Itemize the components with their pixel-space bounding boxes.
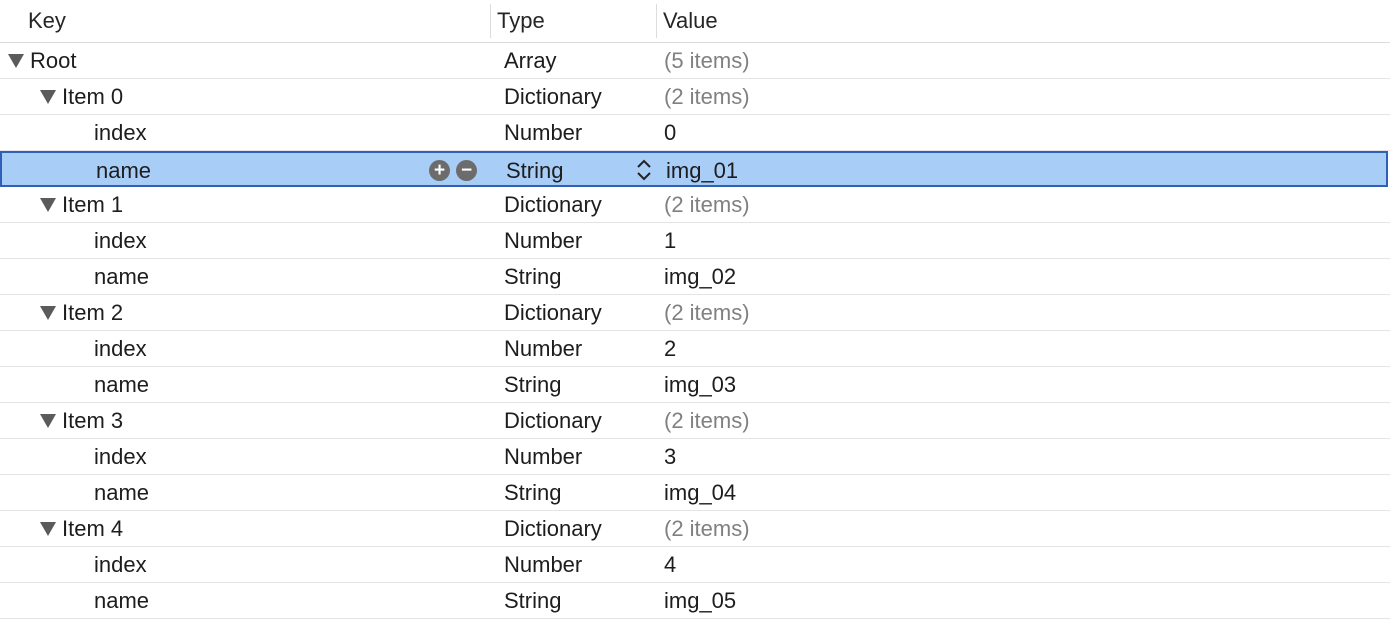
row-key[interactable]: name [94, 475, 149, 510]
table-row[interactable]: Root Array (5 items) [0, 43, 1390, 79]
row-key[interactable]: index [94, 223, 147, 258]
row-key[interactable]: Item 2 [62, 295, 123, 330]
row-type[interactable]: Number [504, 331, 582, 366]
row-key[interactable]: Root [30, 43, 76, 78]
table-row[interactable]: Item 2 Dictionary (2 items) [0, 295, 1390, 331]
row-value[interactable]: img_05 [664, 583, 736, 618]
disclosure-triangle-icon[interactable] [40, 522, 56, 536]
disclosure-triangle-icon[interactable] [8, 54, 24, 68]
table-row[interactable]: Item 0 Dictionary (2 items) [0, 79, 1390, 115]
row-type[interactable]: String [504, 259, 561, 294]
plus-circle-icon[interactable]: + [429, 160, 450, 181]
row-key[interactable]: index [94, 331, 147, 366]
row-type[interactable]: String [506, 153, 563, 188]
row-value[interactable]: 2 [664, 331, 676, 366]
column-header-key[interactable]: Key [28, 0, 66, 42]
row-type[interactable]: Dictionary [504, 187, 602, 222]
row-key[interactable]: name [96, 153, 151, 188]
row-key[interactable]: index [94, 547, 147, 582]
disclosure-triangle-icon[interactable] [40, 198, 56, 212]
column-header-type[interactable]: Type [497, 0, 545, 42]
row-value[interactable]: img_03 [664, 367, 736, 402]
row-key[interactable]: index [94, 439, 147, 474]
table-row[interactable]: index Number 0 [0, 115, 1390, 151]
row-key[interactable]: Item 1 [62, 187, 123, 222]
row-value[interactable]: 4 [664, 547, 676, 582]
column-header-value[interactable]: Value [663, 0, 718, 42]
up-down-chevron-icon[interactable] [634, 155, 654, 185]
row-value[interactable]: 3 [664, 439, 676, 474]
table-row[interactable]: Item 4 Dictionary (2 items) [0, 511, 1390, 547]
row-value[interactable]: (5 items) [664, 43, 750, 78]
row-key[interactable]: Item 0 [62, 79, 123, 114]
row-type[interactable]: Number [504, 547, 582, 582]
column-separator[interactable] [656, 4, 657, 38]
row-type[interactable]: Number [504, 223, 582, 258]
row-type[interactable]: Dictionary [504, 79, 602, 114]
disclosure-triangle-icon[interactable] [40, 90, 56, 104]
row-type[interactable]: String [504, 475, 561, 510]
row-type[interactable]: String [504, 583, 561, 618]
column-separator[interactable] [490, 4, 491, 38]
row-type[interactable]: Array [504, 43, 557, 78]
row-type[interactable]: Dictionary [504, 403, 602, 438]
column-header: Key Type Value [0, 0, 1390, 43]
table-row[interactable]: name String img_02 [0, 259, 1390, 295]
disclosure-triangle-icon[interactable] [40, 414, 56, 428]
row-value[interactable]: (2 items) [664, 187, 750, 222]
disclosure-triangle-icon[interactable] [40, 306, 56, 320]
plist-editor: Key Type Value Root Array (5 items) Item 0 D… [0, 0, 1390, 626]
minus-circle-icon[interactable]: − [456, 160, 477, 181]
row-type[interactable]: Number [504, 115, 582, 150]
table-row-selected[interactable]: name + − String img_01 [0, 151, 1388, 187]
row-type[interactable]: String [504, 367, 561, 402]
row-type[interactable]: Dictionary [504, 295, 602, 330]
table-row[interactable]: index Number 1 [0, 223, 1390, 259]
row-type[interactable]: Dictionary [504, 511, 602, 546]
table-row[interactable]: index Number 4 [0, 547, 1390, 583]
row-key[interactable]: Item 3 [62, 403, 123, 438]
table-row[interactable]: name String img_05 [0, 583, 1390, 619]
table-row[interactable]: index Number 2 [0, 331, 1390, 367]
table-row[interactable]: name String img_04 [0, 475, 1390, 511]
row-key[interactable]: Item 4 [62, 511, 123, 546]
row-value[interactable]: (2 items) [664, 295, 750, 330]
row-key[interactable]: index [94, 115, 147, 150]
row-value[interactable]: 0 [664, 115, 676, 150]
row-value[interactable]: img_01 [666, 153, 738, 188]
row-value[interactable]: 1 [664, 223, 676, 258]
table-row[interactable]: Item 3 Dictionary (2 items) [0, 403, 1390, 439]
row-value[interactable]: img_04 [664, 475, 736, 510]
row-value[interactable]: (2 items) [664, 403, 750, 438]
row-value[interactable]: img_02 [664, 259, 736, 294]
table-row[interactable]: Item 1 Dictionary (2 items) [0, 187, 1390, 223]
table-row[interactable]: index Number 3 [0, 439, 1390, 475]
row-key[interactable]: name [94, 583, 149, 618]
row-value[interactable]: (2 items) [664, 79, 750, 114]
table-row[interactable]: name String img_03 [0, 367, 1390, 403]
row-key[interactable]: name [94, 367, 149, 402]
row-value[interactable]: (2 items) [664, 511, 750, 546]
row-key[interactable]: name [94, 259, 149, 294]
row-type[interactable]: Number [504, 439, 582, 474]
